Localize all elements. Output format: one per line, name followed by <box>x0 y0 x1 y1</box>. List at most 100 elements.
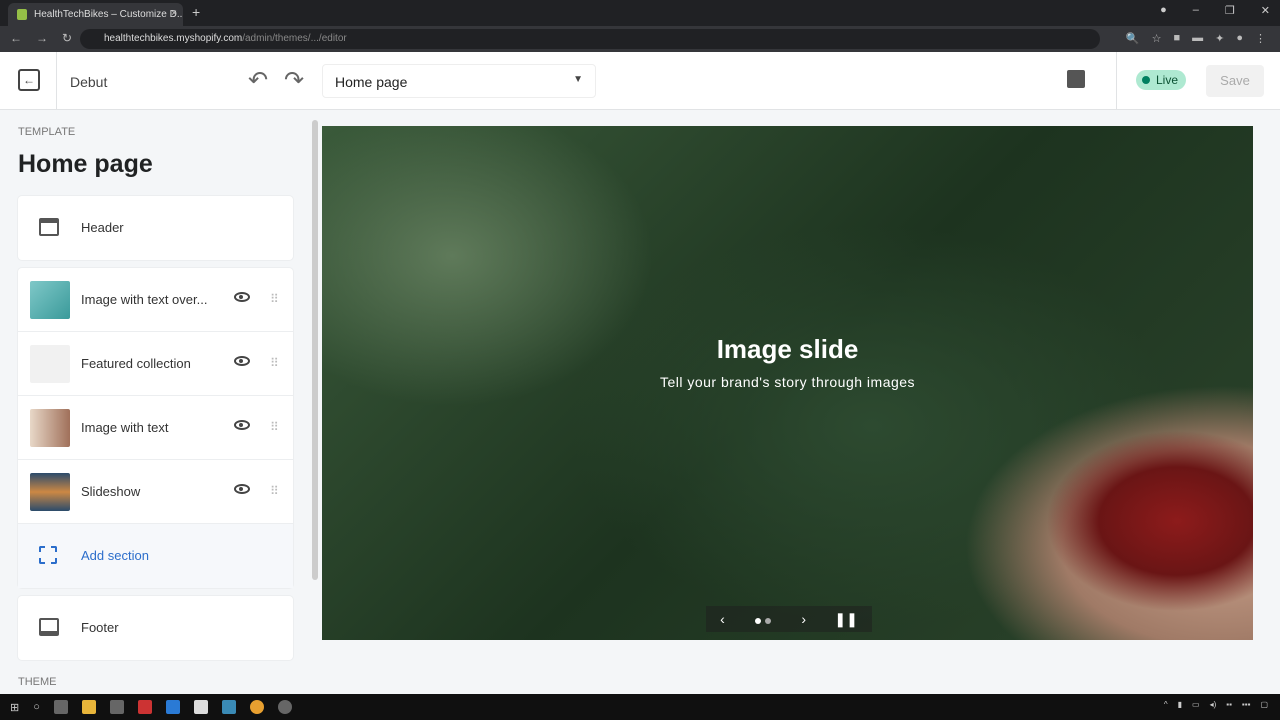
app-icon[interactable] <box>221 700 236 714</box>
add-section-icon <box>39 546 57 564</box>
back-button[interactable]: ← <box>10 31 22 45</box>
exit-icon[interactable]: ← <box>18 69 40 91</box>
search-icon[interactable]: ○ <box>33 701 40 713</box>
zoom-icon[interactable]: 🔍 <box>1126 32 1140 45</box>
section-item[interactable]: Image with text ⠿ <box>18 396 293 460</box>
page-select-value: Home page <box>335 74 408 90</box>
maximize-button[interactable]: ❐ <box>1225 4 1235 17</box>
chrome-icon[interactable] <box>249 700 264 714</box>
sidebar: TEMPLATE Home page Header Image with tex… <box>0 110 310 694</box>
windows-start-icon[interactable]: ⊞ <box>10 701 19 714</box>
slide-dots <box>753 611 773 627</box>
bookmark-star-icon[interactable]: ☆ <box>1152 32 1162 45</box>
new-tab-button[interactable]: + <box>192 4 200 20</box>
live-status-badge: Live <box>1136 70 1187 90</box>
caret-down-icon: ▼ <box>573 74 583 85</box>
url-path: /admin/themes/.../editor <box>242 33 347 44</box>
app-icon[interactable] <box>137 700 152 714</box>
divider <box>1116 52 1117 110</box>
extension-icon[interactable]: ▬ <box>1192 32 1203 45</box>
pause-icon[interactable]: ❚❚ <box>834 611 857 628</box>
section-footer[interactable]: Footer <box>18 596 293 660</box>
eye-icon[interactable] <box>234 356 250 366</box>
file-explorer-icon[interactable] <box>81 700 96 714</box>
section-item[interactable]: Image with text over... ⠿ <box>18 268 293 332</box>
eye-icon[interactable] <box>234 292 250 302</box>
theme-label: THEME <box>18 676 57 688</box>
template-label: TEMPLATE <box>18 126 76 138</box>
close-window-button[interactable]: ✕ <box>1261 4 1270 17</box>
prev-slide-icon[interactable]: ‹ <box>720 611 725 627</box>
sidebar-scrollbar[interactable] <box>312 120 318 580</box>
mic-icon[interactable]: ▮ <box>1178 700 1182 709</box>
volume-icon[interactable]: ◂) <box>1210 700 1217 709</box>
section-item[interactable]: Slideshow ⠿ <box>18 460 293 524</box>
app-icon[interactable] <box>109 700 124 714</box>
url-host: healthtechbikes.myshopify.com <box>104 33 243 44</box>
app-icon[interactable] <box>193 700 208 714</box>
add-section-button[interactable]: Add section <box>18 524 293 588</box>
network-icon[interactable]: ▭ <box>1192 700 1200 709</box>
next-slide-icon[interactable]: › <box>801 611 806 627</box>
undo-icon[interactable]: ↶ <box>248 66 268 95</box>
section-label: Image with text <box>81 420 169 435</box>
close-tab-icon[interactable]: × <box>171 8 177 19</box>
notifications-icon[interactable]: ▢ <box>1260 700 1268 709</box>
sidebar-title: Home page <box>18 150 153 178</box>
url-bar[interactable]: healthtechbikes.myshopify.com/admin/them… <box>80 29 1100 49</box>
extension-icon[interactable]: ■ <box>1173 32 1180 45</box>
tray-chevron-icon[interactable]: ^ <box>1164 700 1168 709</box>
desktop-view-icon[interactable] <box>1067 70 1085 88</box>
editor-topbar: ← Debut ↶ ↷ Home page ▼ Live Save <box>0 52 1280 110</box>
slide-dot-active[interactable] <box>755 618 762 624</box>
header-icon <box>39 218 59 236</box>
section-item[interactable]: Featured collection ⠿ <box>18 332 293 396</box>
drag-handle-icon[interactable]: ⠿ <box>270 356 279 370</box>
minimize-button[interactable]: – <box>1193 4 1199 17</box>
page-selector[interactable]: Home page ▼ <box>322 64 596 98</box>
theme-name: Debut <box>70 74 108 90</box>
divider <box>56 52 57 110</box>
save-button[interactable]: Save <box>1206 65 1264 97</box>
footer-icon <box>39 618 59 636</box>
browser-tab[interactable]: HealthTechBikes – Customize D... × <box>8 3 183 26</box>
slideshow-controls: ‹ › ❚❚ <box>706 606 872 632</box>
app-icon[interactable] <box>165 700 180 714</box>
menu-icon[interactable]: ⋮ <box>1255 32 1266 45</box>
redo-icon[interactable]: ↷ <box>284 66 304 95</box>
reload-button[interactable]: ↻ <box>62 31 72 45</box>
tab-title: HealthTechBikes – Customize D... <box>34 9 183 20</box>
drag-handle-icon[interactable]: ⠿ <box>270 484 279 498</box>
eye-icon[interactable] <box>234 420 250 430</box>
language-icon[interactable]: ▪▪ <box>1226 700 1232 709</box>
clock-icon[interactable]: ▪▪▪ <box>1242 700 1251 709</box>
section-label: Featured collection <box>81 356 191 371</box>
app-icon[interactable] <box>277 700 292 714</box>
slide-dot[interactable] <box>765 618 772 624</box>
preview-scrollbar[interactable] <box>1257 120 1269 690</box>
section-label: Slideshow <box>81 484 141 499</box>
task-view-icon[interactable] <box>53 700 68 714</box>
slide-title: Image slide <box>716 334 859 364</box>
address-bar-row: ← → ↻ healthtechbikes.myshopify.com/admin/… <box>0 26 1280 52</box>
forward-button[interactable]: → <box>36 31 48 45</box>
extensions-puzzle-icon[interactable]: ✦ <box>1215 32 1224 45</box>
section-thumbnail <box>30 281 70 319</box>
section-thumbnail <box>30 473 70 511</box>
browser-tab-bar: HealthTechBikes – Customize D... × + ● – ❐ ✕ <box>0 0 1280 26</box>
store-preview-slideshow[interactable]: Image slide Tell your brand's story thro… <box>322 126 1253 640</box>
header-card: Header <box>18 196 293 260</box>
eye-icon[interactable] <box>234 484 250 494</box>
section-header[interactable]: Header <box>18 196 293 260</box>
avatar[interactable]: ● <box>1236 32 1243 45</box>
windows-taskbar: ⊞ ○ ^ ▮ ▭ ◂) ▪▪ ▪▪▪ ▢ <box>0 694 1280 720</box>
sections-card: Image with text over... ⠿ Featured collec… <box>18 268 293 588</box>
section-label: Header <box>81 220 124 235</box>
drag-handle-icon[interactable]: ⠿ <box>270 292 279 306</box>
add-section-label: Add section <box>81 548 149 563</box>
shopping-bag-icon <box>30 345 70 383</box>
drag-handle-icon[interactable]: ⠿ <box>270 420 279 434</box>
profile-icon[interactable]: ● <box>1160 4 1167 17</box>
section-label: Footer <box>81 620 119 635</box>
footer-card: Footer <box>18 596 293 660</box>
